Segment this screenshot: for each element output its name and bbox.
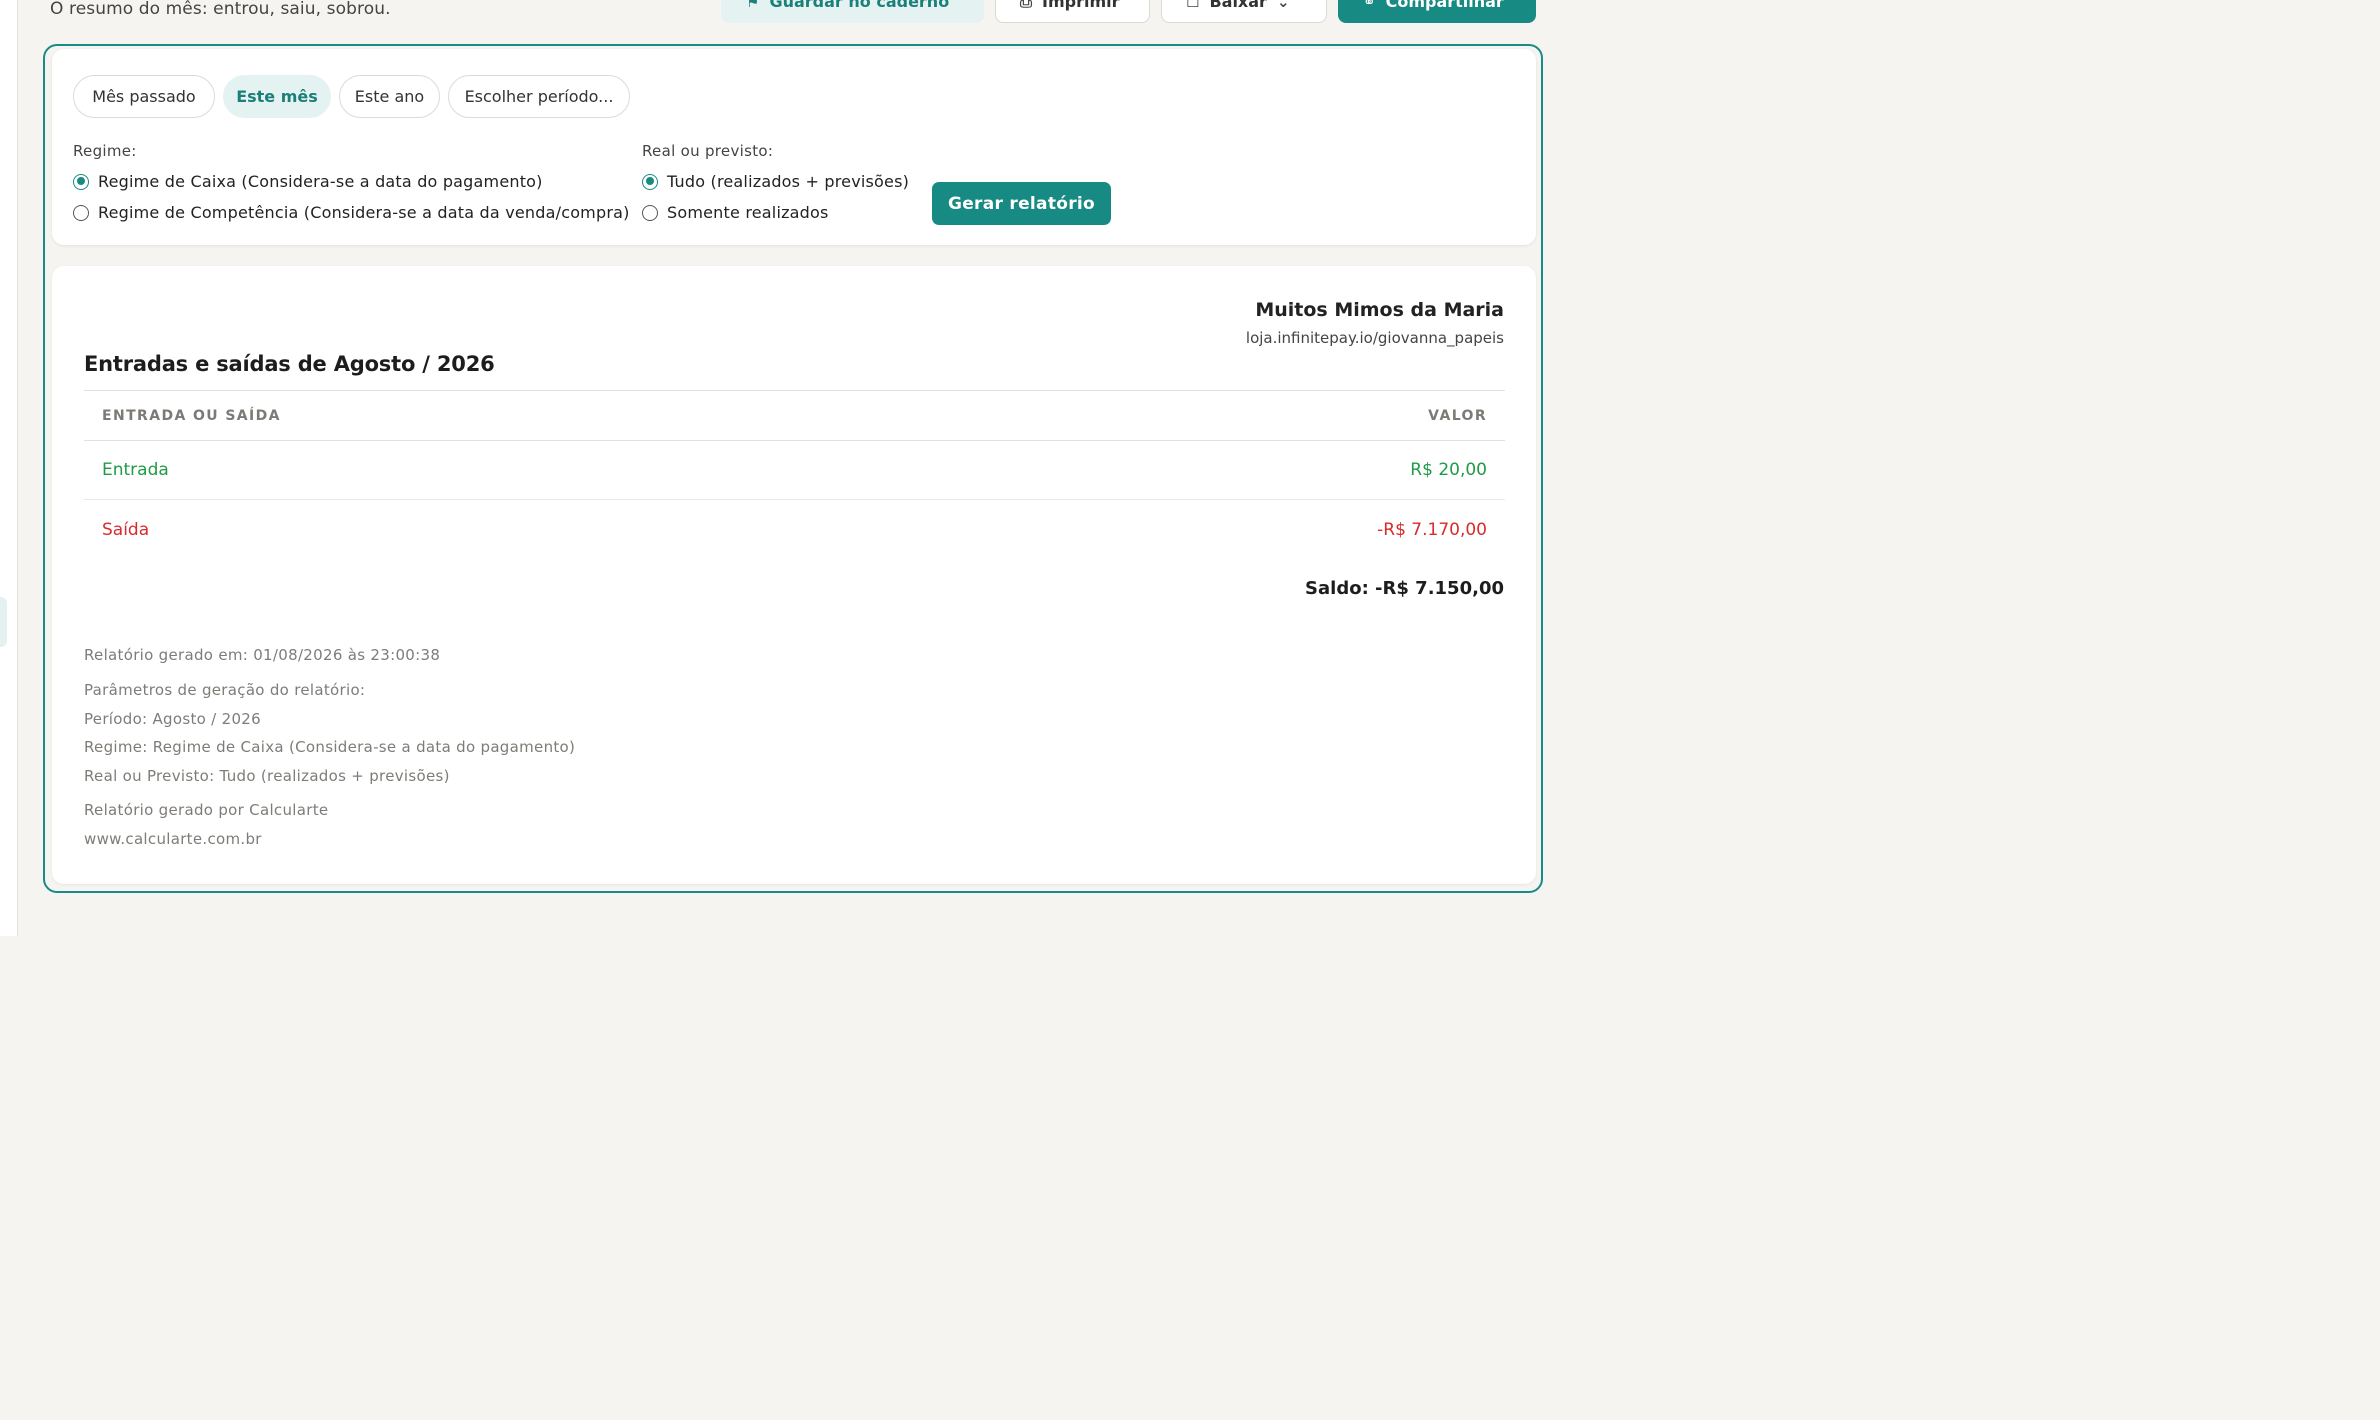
real-option-tudo[interactable]: Tudo (realizados + previsões) (642, 172, 909, 191)
report-frame: Mês passado Este mês Este ano Escolher p… (43, 44, 1543, 893)
period-this-year[interactable]: Este ano (339, 75, 440, 118)
real-option-tudo-label: Tudo (realizados + previsões) (667, 172, 910, 191)
column-header-type: ENTRADA OU SAÍDA (102, 407, 281, 424)
generate-report-button[interactable]: Gerar relatório (932, 182, 1111, 225)
regime-option-competencia[interactable]: Regime de Competência (Considera-se a da… (73, 203, 630, 222)
radio-checked[interactable] (642, 173, 658, 190)
save-to-notebook-button[interactable]: ⚑ Guardar no caderno (721, 0, 984, 23)
sidebar-active-tab[interactable] (0, 597, 7, 647)
table-row: Entrada R$ 20,00 (84, 441, 1505, 500)
row-label-income: Entrada (102, 460, 169, 480)
share-button[interactable]: ⚭ Compartilhar (1338, 0, 1536, 23)
report-card: Muitos Mimos da Maria loja.infinitepay.i… (52, 266, 1536, 884)
report-table: ENTRADA OU SAÍDA VALOR Entrada R$ 20,00 … (84, 390, 1505, 559)
bookmark-icon: ⚑ (746, 0, 760, 11)
print-button[interactable]: ⎙ Imprimir (995, 0, 1150, 23)
chevron-down-icon: ⌄ (1276, 0, 1290, 11)
params-title: Parâmetros de geração do relatório: (84, 681, 366, 699)
filters-card: Mês passado Este mês Este ano Escolher p… (52, 49, 1536, 245)
period-last-month[interactable]: Mês passado (73, 75, 215, 118)
real-option-realizados-label: Somente realizados (667, 203, 829, 222)
period-custom[interactable]: Escolher período... (448, 75, 630, 118)
page-subtitle: O resumo do mês: entrou, saiu, sobrou. (50, 0, 391, 19)
param-regime: Regime: Regime de Caixa (Considera-se a … (84, 738, 576, 756)
column-header-value: VALOR (1428, 407, 1487, 424)
company-name: Muitos Mimos da Maria (1255, 299, 1504, 321)
row-value-income: R$ 20,00 (1410, 460, 1487, 480)
site-link[interactable]: www.calcularte.com.br (84, 830, 262, 848)
download-icon: ☐ (1186, 0, 1200, 11)
share-icon: ⚭ (1363, 0, 1376, 11)
param-period: Período: Agosto / 2026 (84, 710, 261, 728)
real-option-realizados[interactable]: Somente realizados (642, 203, 829, 222)
balance-total: Saldo: -R$ 7.150,00 (1305, 578, 1504, 599)
table-header: ENTRADA OU SAÍDA VALOR (84, 390, 1505, 441)
generated-by: Relatório gerado por Calcularte (84, 801, 329, 819)
download-button[interactable]: ☐ Baixar ⌄ (1161, 0, 1327, 23)
download-button-label: Baixar (1209, 0, 1267, 11)
print-button-label: Imprimir (1042, 0, 1120, 11)
period-this-month[interactable]: Este mês (223, 75, 331, 118)
radio-unchecked[interactable] (642, 204, 658, 221)
row-label-expense: Saída (102, 519, 150, 540)
share-button-label: Compartilhar (1385, 0, 1504, 11)
regime-option-competencia-label: Regime de Competência (Considera-se a da… (98, 203, 630, 222)
radio-checked[interactable] (73, 173, 89, 190)
table-row: Saída -R$ 7.170,00 (84, 500, 1505, 559)
printer-icon: ⎙ (1020, 0, 1033, 11)
company-url: loja.infinitepay.io/giovanna_papeis (1245, 329, 1504, 347)
radio-unchecked[interactable] (73, 204, 89, 221)
report-title: Entradas e saídas de Agosto / 2026 (84, 352, 495, 376)
save-button-label: Guardar no caderno (769, 0, 950, 11)
regime-option-caixa[interactable]: Regime de Caixa (Considera-se a data do … (73, 172, 543, 191)
param-real-previsto: Real ou Previsto: Tudo (realizados + pre… (84, 767, 450, 785)
real-previsto-label: Real ou previsto: (642, 142, 774, 160)
page: O resumo do mês: entrou, saiu, sobrou. ⚑… (0, 0, 1568, 936)
regime-label: Regime: (73, 142, 137, 160)
sidebar (0, 0, 18, 936)
row-value-expense: -R$ 7.170,00 (1377, 519, 1487, 540)
generated-at: Relatório gerado em: 01/08/2026 às 23:00… (84, 646, 441, 664)
regime-option-caixa-label: Regime de Caixa (Considera-se a data do … (98, 172, 543, 191)
